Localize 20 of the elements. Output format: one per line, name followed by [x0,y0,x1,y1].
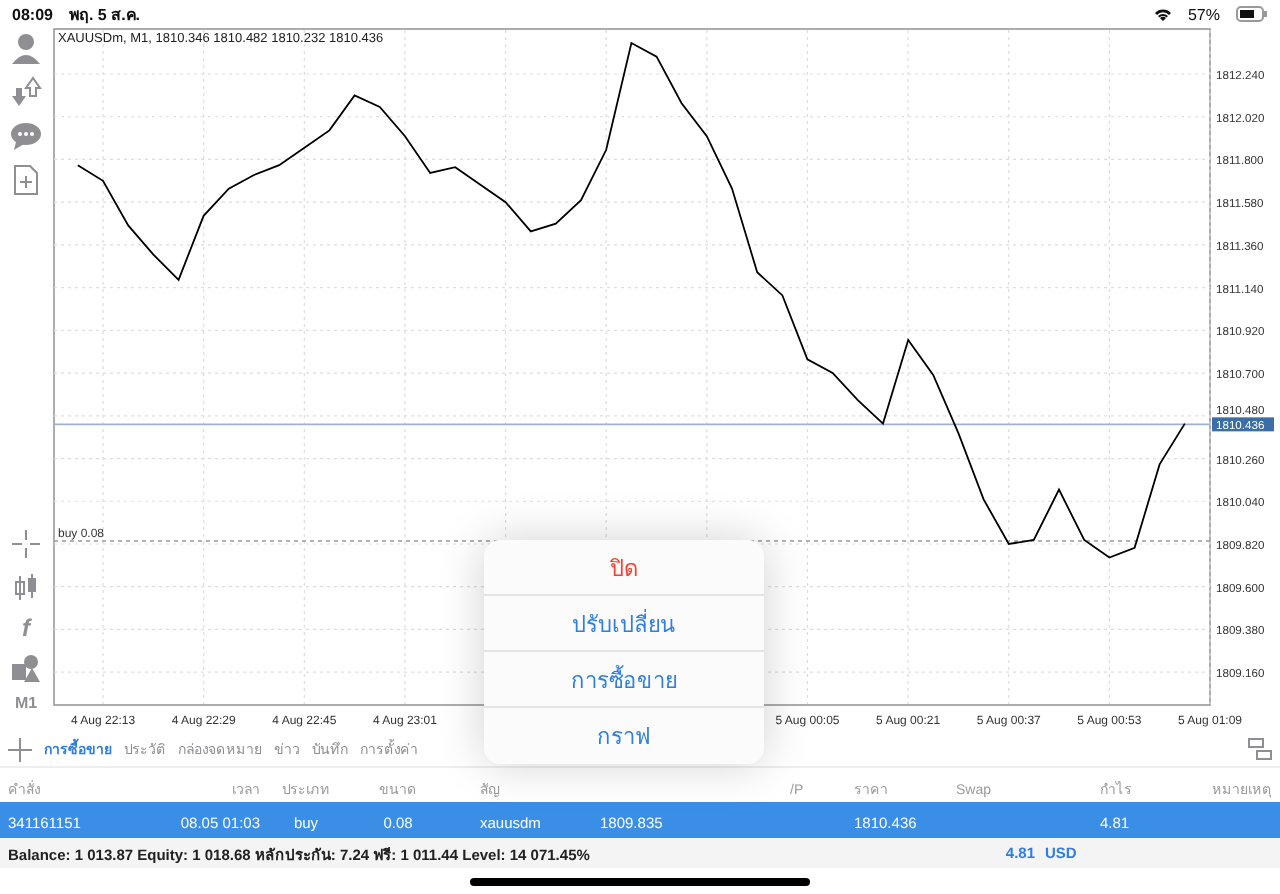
chat-icon[interactable] [10,120,42,152]
status-time: 08:09 [12,5,53,23]
menu-item[interactable]: ปรับเปลี่ยน [484,596,764,652]
battery-percent: 57% [1187,5,1220,23]
menu-item[interactable]: กราฟ [484,708,764,764]
menu-item[interactable]: ปิด [484,540,764,596]
timeframe-label[interactable]: M1 [14,696,38,712]
objects-icon[interactable] [10,652,42,684]
menu-item[interactable]: การซื้อขาย [484,652,764,708]
indicators-glyph[interactable]: f [22,616,30,640]
status-date: พฤ. 5 ส.ค. [68,3,141,27]
crosshair-icon[interactable] [10,528,42,560]
new-document-icon[interactable] [10,164,42,196]
wifi-icon [1153,7,1172,21]
add-icon[interactable] [8,737,32,761]
battery-icon [1236,6,1268,22]
candlestick-icon[interactable] [10,572,42,604]
layout-icon[interactable] [1248,738,1272,760]
account-icon[interactable] [10,32,42,64]
up-down-arrows-icon[interactable] [10,76,42,108]
